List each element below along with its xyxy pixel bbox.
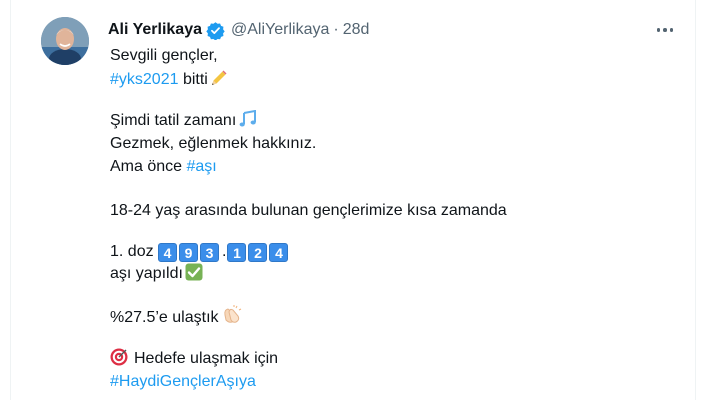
direct-hit-emoji bbox=[110, 348, 128, 373]
line8-text: aşı yapıldı bbox=[110, 265, 183, 282]
separator-dot: · bbox=[333, 21, 339, 38]
avatar[interactable] bbox=[41, 17, 89, 65]
clapping-hands-emoji bbox=[221, 305, 243, 332]
digits-dot: . bbox=[222, 243, 227, 260]
pencil-emoji bbox=[210, 69, 228, 94]
keycap-digit: 9 bbox=[179, 243, 199, 262]
tweet-timestamp[interactable]: 28d bbox=[343, 21, 370, 39]
keycap-digit: 2 bbox=[248, 243, 268, 262]
keycap-digit: 1 bbox=[227, 243, 247, 262]
line7-prefix: 1. doz bbox=[110, 243, 159, 260]
tweet-line-10: Hedefe ulaşmak için bbox=[110, 348, 278, 373]
line2-rest: bitti bbox=[178, 71, 208, 88]
tweet-line-9: %27.5’e ulaştık bbox=[110, 305, 243, 332]
tweet-line-2: #yks2021 bitti bbox=[110, 69, 228, 94]
verified-badge-icon bbox=[206, 21, 225, 41]
music-notes-emoji bbox=[238, 109, 258, 135]
tweet-line-6: 18-24 yaş arasında bulunan gençlerimize … bbox=[110, 202, 507, 219]
hashtag-haydigenclerasiya[interactable]: #HaydiGençlerAşıya bbox=[110, 373, 256, 390]
hashtag-yks2021[interactable]: #yks2021 bbox=[110, 71, 179, 88]
author-name[interactable]: Ali Yerlikaya bbox=[108, 21, 202, 39]
line3-text: Şimdi tatil zamanı bbox=[110, 112, 237, 129]
check-mark-emoji bbox=[185, 263, 203, 288]
tweet-line-7: 1. doz 493.124 bbox=[110, 241, 290, 263]
tweet-line-11: #HaydiGençlerAşıya bbox=[110, 371, 256, 393]
author-handle[interactable]: @AliYerlikaya bbox=[231, 21, 329, 39]
tweet-header: Ali Yerlikaya @AliYerlikaya · 28d bbox=[108, 18, 369, 42]
tweet-line-5: Ama önce #aşı bbox=[110, 156, 217, 178]
keycap-digit: 4 bbox=[158, 243, 178, 262]
keycap-digit: 4 bbox=[269, 243, 289, 262]
more-options-icon[interactable] bbox=[654, 20, 676, 40]
line9-text: %27.5’e ulaştık bbox=[110, 309, 219, 326]
keycap-digit: 3 bbox=[200, 243, 220, 262]
hashtag-asi[interactable]: #aşı bbox=[186, 158, 216, 175]
tweet-line-3: Şimdi tatil zamanı bbox=[110, 109, 258, 135]
line10-text: Hedefe ulaşmak için bbox=[134, 350, 279, 367]
tweet-line-1: Sevgili gençler, bbox=[110, 47, 218, 64]
tweet-line-8: aşı yapıldı bbox=[110, 263, 203, 288]
tweet-line-4: Gezmek, eğlenmek hakkınız. bbox=[110, 135, 317, 152]
line5-prefix: Ama önce bbox=[110, 158, 187, 175]
